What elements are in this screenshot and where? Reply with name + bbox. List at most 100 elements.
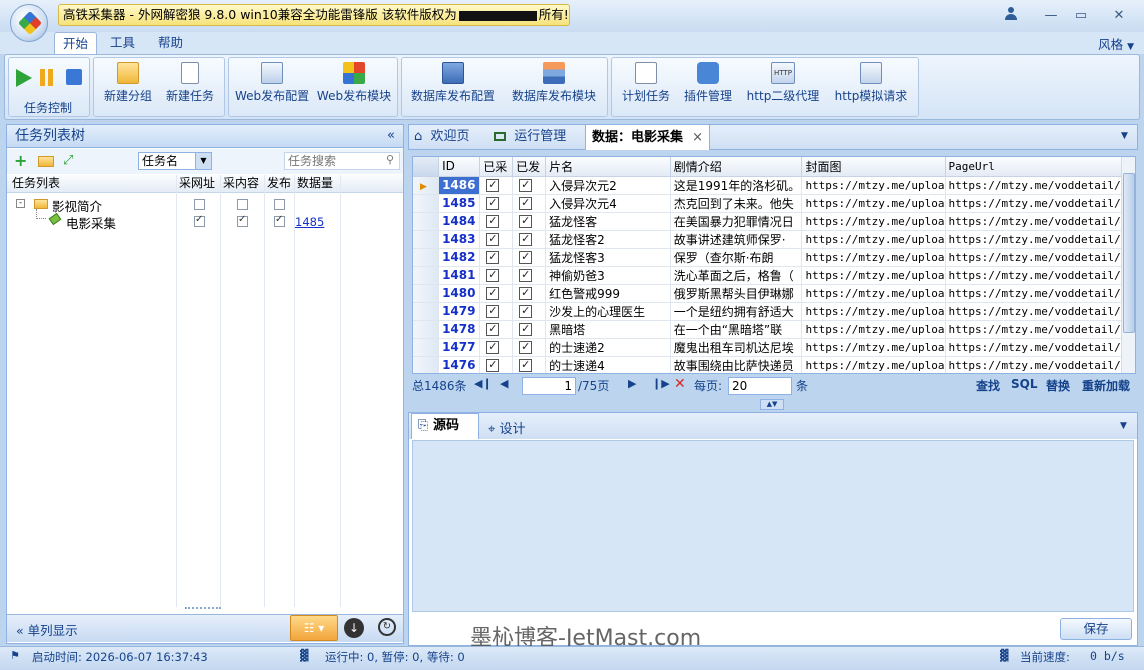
sql-button[interactable]: SQL (1011, 377, 1038, 391)
id-cell[interactable]: 1477 (438, 338, 481, 357)
last-page-icon[interactable]: ❙▶ (652, 377, 670, 390)
table-row[interactable]: 1482 猛龙怪客3保罗（查尔斯·布朗https://mtzy.me/uploah… (413, 248, 1135, 267)
pageurl-cell[interactable]: https://mtzy.me/voddetail/40 (945, 266, 1135, 285)
task-field-select[interactable]: 任务名 ▼ (138, 152, 212, 170)
table-row[interactable]: 1478 黑暗塔在一个由“黑暗塔”联https://mtzy.me/uploaht… (413, 320, 1135, 339)
add-icon[interactable]: + (14, 153, 27, 169)
table-row[interactable]: 1477 的士速递2魔鬼出租车司机达尼埃https://mtzy.me/uploa… (413, 338, 1135, 357)
plot-cell[interactable]: 俄罗斯黑帮头目伊琳娜 (670, 284, 803, 303)
web-publish-config-button[interactable]: Web发布配置 (235, 60, 309, 108)
collected-checkbox[interactable] (479, 230, 514, 249)
collected-checkbox[interactable] (479, 338, 514, 357)
schedule-task-button[interactable]: 计划任务 (618, 60, 674, 108)
first-page-icon[interactable]: ◀❙ (474, 377, 492, 390)
tab-dropdown-icon[interactable]: ▼ (1121, 131, 1128, 141)
user-icon[interactable] (1000, 6, 1022, 26)
cover-cell[interactable]: https://mtzy.me/uploa (801, 320, 946, 339)
open-folder-icon[interactable] (38, 156, 54, 167)
cover-cell[interactable]: https://mtzy.me/uploa (801, 230, 946, 249)
published-checkbox[interactable] (512, 338, 547, 357)
pageurl-cell[interactable]: https://mtzy.me/voddetail/31 (945, 320, 1135, 339)
table-row[interactable]: 1484 猛龙怪客在美国暴力犯罪情况日https://mtzy.me/uploah… (413, 212, 1135, 231)
title-cell[interactable]: 的士速递2 (545, 338, 671, 357)
id-cell[interactable]: 1478 (438, 320, 481, 339)
row-header[interactable] (413, 338, 440, 357)
title-cell[interactable]: 神偷奶爸3 (545, 266, 671, 285)
menu-start[interactable]: 开始 (54, 32, 98, 54)
plot-cell[interactable]: 杰克回到了未来。他失 (670, 194, 803, 213)
publish-checkbox[interactable] (274, 214, 285, 227)
cover-cell[interactable]: https://mtzy.me/uploa (801, 176, 946, 195)
col-published[interactable]: 已发 (512, 157, 547, 177)
plot-cell[interactable]: 故事围绕由比萨快递员 (670, 356, 803, 373)
collect-url-checkbox[interactable] (194, 199, 205, 210)
tab-run-manage[interactable]: 运行管理 (494, 124, 566, 150)
collected-checkbox[interactable] (479, 284, 514, 303)
col-id[interactable]: ID (438, 157, 481, 177)
plot-cell[interactable]: 在一个由“黑暗塔”联 (670, 320, 803, 339)
http-proxy-button[interactable]: HTTP http二级代理 (744, 60, 822, 108)
stop-icon[interactable] (66, 69, 82, 85)
id-cell[interactable]: 1481 (438, 266, 481, 285)
collapse-icon[interactable]: « (387, 125, 395, 147)
title-cell[interactable]: 沙发上的心理医生 (545, 302, 671, 321)
tree-item-task[interactable]: 电影采集 (66, 213, 116, 232)
title-cell[interactable]: 的士速递4 (545, 356, 671, 373)
tree-view-button[interactable]: ☷ ▾ (290, 615, 338, 641)
title-cell[interactable]: 猛龙怪客3 (545, 248, 671, 267)
web-publish-module-button[interactable]: Web发布模块 (316, 60, 392, 108)
table-row[interactable]: 1485 入侵异次元4杰克回到了未来。他失https://mtzy.me/uplo… (413, 194, 1135, 213)
save-button[interactable]: 保存 (1060, 618, 1132, 640)
row-header[interactable] (413, 212, 440, 231)
page-number-input[interactable]: 1 (522, 377, 576, 395)
plot-cell[interactable]: 一个是纽约拥有舒适大 (670, 302, 803, 321)
table-row[interactable]: 1476 的士速递4故事围绕由比萨快递员https://mtzy.me/uploa… (413, 356, 1135, 373)
col-plot[interactable]: 剧情介绍 (670, 157, 803, 177)
menu-tools[interactable]: 工具 (102, 32, 143, 54)
cover-cell[interactable]: https://mtzy.me/uploa (801, 338, 946, 357)
source-editor[interactable] (412, 440, 1134, 612)
col-task-list[interactable]: 任务列表 (12, 175, 60, 192)
pageurl-cell[interactable]: https://mtzy.me/voddetail/35 (945, 212, 1135, 231)
skin-menu[interactable]: 风格 ▼ (1098, 34, 1134, 53)
row-header[interactable] (413, 266, 440, 285)
plot-cell[interactable]: 在美国暴力犯罪情况日 (670, 212, 803, 231)
title-cell[interactable]: 入侵异次元4 (545, 194, 671, 213)
col-pageurl[interactable]: PageUrl (945, 157, 1135, 177)
scroll-thumb[interactable] (1123, 173, 1135, 333)
db-publish-module-button[interactable]: 数据库发布模块 (508, 60, 600, 108)
row-header[interactable] (413, 248, 440, 267)
minimize-button[interactable]: — (1040, 6, 1062, 26)
source-dropdown-icon[interactable]: ▼ (1120, 421, 1127, 431)
pageurl-cell[interactable]: https://mtzy.me/voddetail/36 (945, 248, 1135, 267)
collected-checkbox[interactable] (479, 356, 514, 373)
col-publish[interactable]: 发布 (267, 175, 291, 192)
db-publish-config-button[interactable]: 数据库发布配置 (408, 60, 498, 108)
pageurl-cell[interactable]: https://mtzy.me/voddetail/58 (945, 338, 1135, 357)
new-task-button[interactable]: 新建任务 (162, 60, 218, 108)
col-collected[interactable]: 已采 (479, 157, 514, 177)
search-icon[interactable]: ⚲ (386, 153, 394, 166)
plugin-manage-button[interactable]: 插件管理 (680, 60, 736, 108)
app-logo-icon[interactable] (10, 4, 48, 42)
plot-cell[interactable]: 故事讲述建筑师保罗· (670, 230, 803, 249)
row-header[interactable] (413, 194, 440, 213)
row-header[interactable] (413, 356, 440, 373)
published-checkbox[interactable] (512, 284, 547, 303)
current-row-indicator-icon[interactable]: ▶ (413, 176, 440, 195)
row-header[interactable] (413, 302, 440, 321)
published-checkbox[interactable] (512, 302, 547, 321)
grid-scrollbar[interactable] (1121, 157, 1135, 373)
title-cell[interactable]: 猛龙怪客 (545, 212, 671, 231)
title-cell[interactable]: 入侵异次元2 (545, 176, 671, 195)
pageurl-cell[interactable]: https://mtzy.me/voddetail/11 (945, 194, 1135, 213)
table-row[interactable]: ▶1486 入侵异次元2这是1991年的洛杉矶。https://mtzy.me/u… (413, 176, 1135, 195)
id-cell[interactable]: 1485 (438, 194, 481, 213)
per-page-input[interactable]: 20 (728, 377, 792, 395)
close-button[interactable]: ✕ (1108, 6, 1130, 26)
table-row[interactable]: 1483 猛龙怪客2故事讲述建筑师保罗·https://mtzy.me/uploa… (413, 230, 1135, 249)
row-header[interactable] (413, 320, 440, 339)
col-cover[interactable]: 封面图 (801, 157, 946, 177)
title-cell[interactable]: 黑暗塔 (545, 320, 671, 339)
http-simulate-button[interactable]: http模拟请求 (832, 60, 910, 108)
